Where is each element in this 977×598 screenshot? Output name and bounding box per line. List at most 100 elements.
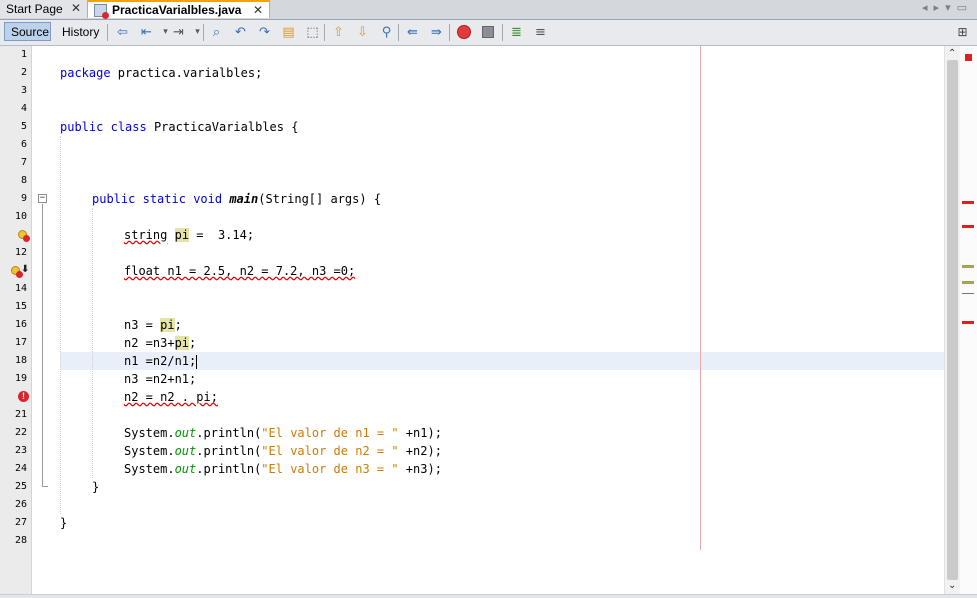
- line-number: 14: [14, 283, 27, 294]
- code-text: practica.varialbles;: [110, 66, 263, 80]
- shift-right-icon[interactable]: ⇛: [428, 24, 445, 41]
- comment-icon[interactable]: ≣: [508, 24, 525, 41]
- tab-start-page[interactable]: Start Page ✕: [0, 0, 88, 18]
- next-bookmark-icon[interactable]: ⇩: [354, 24, 371, 41]
- highlighted-identifier: pi: [160, 318, 175, 332]
- back-icon[interactable]: ⇤: [138, 24, 155, 41]
- line-number: 15: [14, 301, 27, 312]
- close-icon[interactable]: ✕: [71, 1, 81, 15]
- scroll-tabs-right-icon[interactable]: ▸: [934, 1, 946, 14]
- warning-stripe-mark[interactable]: [962, 281, 974, 284]
- tab-navigation[interactable]: ◂▸▾▭: [922, 1, 973, 14]
- line-number: 2: [20, 67, 27, 78]
- show-opened-documents-icon[interactable]: ▾: [945, 1, 957, 14]
- override-arrow-icon: ⬇: [21, 264, 30, 275]
- uncomment-icon[interactable]: ≡: [532, 24, 549, 41]
- toolbar-separator: [502, 24, 503, 41]
- toggle-rect-selection-icon[interactable]: ⬚: [304, 24, 321, 41]
- line-number: 3: [20, 85, 27, 96]
- line-number-gutter: 1 2 3 4 5 6 7 8 9 10 12 14 15 16 17 18 1…: [0, 46, 32, 598]
- line-number: 6: [20, 139, 27, 150]
- line-number: 25: [14, 481, 27, 492]
- search-icon[interactable]: ⌕: [208, 24, 225, 41]
- line-number: 28: [14, 535, 27, 546]
- scroll-down-icon[interactable]: ⌄: [948, 580, 956, 591]
- shift-left-icon[interactable]: ⇚: [404, 24, 421, 41]
- line-number: 5: [20, 121, 27, 132]
- last-edit-icon[interactable]: ⇦: [114, 24, 131, 41]
- code-text: n1 =n2/n1;: [124, 354, 197, 368]
- code-text: n2 =n3+: [124, 336, 175, 350]
- code-line-19: n3 =n2+n1;: [124, 370, 196, 388]
- line-number: 4: [20, 103, 27, 114]
- scroll-tabs-left-icon[interactable]: ◂: [922, 1, 934, 14]
- keyword: void: [193, 192, 223, 206]
- code-text: +n3);: [398, 462, 442, 476]
- code-text: = 3.14;: [189, 228, 255, 242]
- code-text: (String[] args) {: [258, 192, 382, 206]
- stop-macro-icon[interactable]: [482, 26, 494, 38]
- line-number: 12: [14, 247, 27, 258]
- code-line-5: public class PracticaVarialbles {: [60, 118, 298, 136]
- toggle-highlight-icon[interactable]: ▤: [280, 24, 297, 41]
- error-stripe-mark[interactable]: [962, 201, 974, 204]
- code-line-9: public static void main(String[] args) {: [92, 190, 381, 208]
- warning-stripe-mark[interactable]: [962, 265, 974, 268]
- code-line-16: n3 = pi;: [124, 316, 182, 334]
- keyword: static: [142, 192, 186, 206]
- keyword: public: [60, 120, 104, 134]
- error-icon[interactable]: !: [18, 391, 29, 402]
- file-error-status-icon[interactable]: [965, 54, 972, 61]
- line-number: 24: [14, 463, 27, 474]
- close-icon[interactable]: ✕: [253, 3, 263, 17]
- code-text: float n1 = 2.5, n2 = 7.2, n3 =0;: [124, 264, 356, 278]
- error-type: string: [124, 228, 168, 242]
- scroll-up-icon[interactable]: ⌃: [948, 48, 956, 59]
- error-stripe[interactable]: [960, 46, 977, 598]
- forward-icon[interactable]: ⇥: [170, 24, 187, 41]
- code-editor[interactable]: 1 2 3 4 5 6 7 8 9 10 12 14 15 16 17 18 1…: [0, 46, 977, 598]
- line-number: 26: [14, 499, 27, 510]
- line-number: 18: [14, 355, 27, 366]
- find-previous-icon[interactable]: ↶: [232, 24, 249, 41]
- method-name: main: [229, 192, 259, 206]
- editor-toolbar: Source History ⇦ ⇤ ▾ ⇥ ▾ ⌕ ↶ ↷ ▤ ⬚ ⇧ ⇩ ⚲…: [0, 20, 977, 46]
- code-line-25: }: [92, 478, 99, 496]
- keyword: public: [92, 192, 136, 206]
- toolbar-separator: [203, 24, 204, 41]
- tab-label: PracticaVarialbles.java: [112, 3, 242, 17]
- tab-label: Start Page: [6, 2, 63, 16]
- history-button[interactable]: History: [55, 22, 101, 41]
- code-text: System.: [124, 462, 175, 476]
- scroll-thumb[interactable]: [947, 60, 958, 580]
- error-stripe-mark[interactable]: [962, 225, 974, 228]
- code-area[interactable]: package practica.varialbles; public clas…: [32, 46, 944, 598]
- code-line-2: package practica.varialbles;: [60, 64, 262, 82]
- previous-bookmark-icon[interactable]: ⇧: [330, 24, 347, 41]
- highlighted-identifier: pi: [174, 336, 190, 350]
- code-text: +n2);: [398, 444, 442, 458]
- source-button[interactable]: Source: [4, 22, 51, 41]
- maximize-icon[interactable]: ▭: [957, 1, 973, 14]
- text-caret: [196, 354, 198, 369]
- line-number: 22: [14, 427, 27, 438]
- line-number: 21: [14, 409, 27, 420]
- toggle-bookmark-icon[interactable]: ⚲: [378, 24, 395, 41]
- code-text: .println(: [196, 444, 262, 458]
- vertical-scrollbar[interactable]: ⌃ ⌄: [944, 46, 960, 598]
- line-number: 9: [20, 193, 27, 204]
- split-editor-icon[interactable]: ⊞: [954, 24, 971, 41]
- code-line-27: }: [60, 514, 67, 532]
- string-literal: "El valor de n2 = ": [261, 444, 399, 458]
- start-macro-icon[interactable]: [457, 25, 471, 39]
- find-next-icon[interactable]: ↷: [256, 24, 273, 41]
- editor-bottom-edge: [0, 594, 977, 598]
- code-text: PracticaVarialbles {: [146, 120, 299, 134]
- line-number: 10: [14, 211, 27, 222]
- line-number: 23: [14, 445, 27, 456]
- code-line-23: System.out.println("El valor de n2 = " +…: [124, 442, 442, 460]
- error-stripe-mark[interactable]: [962, 321, 974, 324]
- tab-practica-varialbles[interactable]: PracticaVarialbles.java ✕: [88, 0, 270, 19]
- field-name: out: [174, 444, 197, 458]
- editor-tab-bar: Start Page ✕ PracticaVarialbles.java ✕ ◂…: [0, 0, 977, 20]
